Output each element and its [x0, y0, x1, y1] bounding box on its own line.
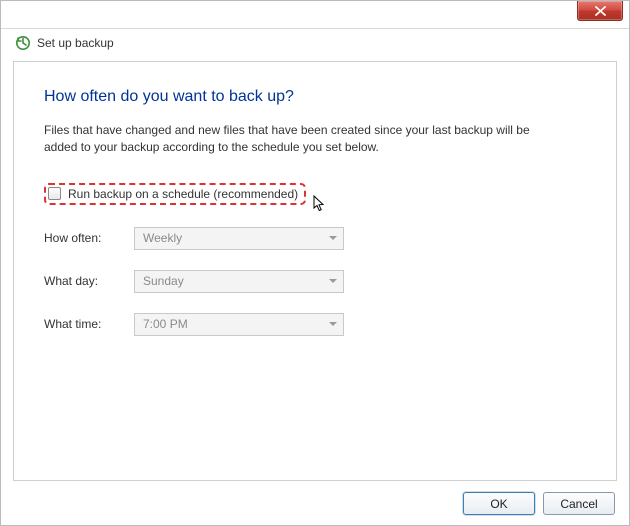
chevron-down-icon [329, 322, 337, 326]
dialog-footer: OK Cancel [463, 492, 615, 515]
schedule-checkbox-label: Run backup on a schedule (recommended) [68, 187, 298, 201]
dropdown-what-time[interactable]: 7:00 PM [134, 313, 344, 336]
dropdown-how-often-value: Weekly [143, 231, 182, 245]
dropdown-how-often[interactable]: Weekly [134, 227, 344, 250]
window-title: Set up backup [37, 36, 114, 50]
label-what-day: What day: [44, 274, 134, 288]
schedule-checkbox[interactable] [48, 187, 61, 200]
content-panel: How often do you want to back up? Files … [13, 61, 617, 481]
cancel-button[interactable]: Cancel [543, 492, 615, 515]
row-what-time: What time: 7:00 PM [44, 313, 586, 336]
dropdown-what-day[interactable]: Sunday [134, 270, 344, 293]
window-header: Set up backup [15, 35, 114, 51]
label-what-time: What time: [44, 317, 134, 331]
chevron-down-icon [329, 236, 337, 240]
close-button[interactable] [577, 1, 623, 21]
cursor-icon [312, 195, 328, 216]
row-what-day: What day: Sunday [44, 270, 586, 293]
backup-icon [15, 35, 31, 51]
dropdown-what-day-value: Sunday [143, 274, 184, 288]
ok-button[interactable]: OK [463, 492, 535, 515]
dropdown-what-time-value: 7:00 PM [143, 317, 188, 331]
close-icon [595, 6, 606, 16]
chevron-down-icon [329, 279, 337, 283]
page-heading: How often do you want to back up? [44, 88, 586, 106]
row-how-often: How often: Weekly [44, 227, 586, 250]
titlebar [1, 1, 629, 29]
label-how-often: How often: [44, 231, 134, 245]
page-description: Files that have changed and new files th… [44, 122, 564, 157]
schedule-checkbox-row[interactable]: Run backup on a schedule (recommended) [44, 183, 306, 205]
